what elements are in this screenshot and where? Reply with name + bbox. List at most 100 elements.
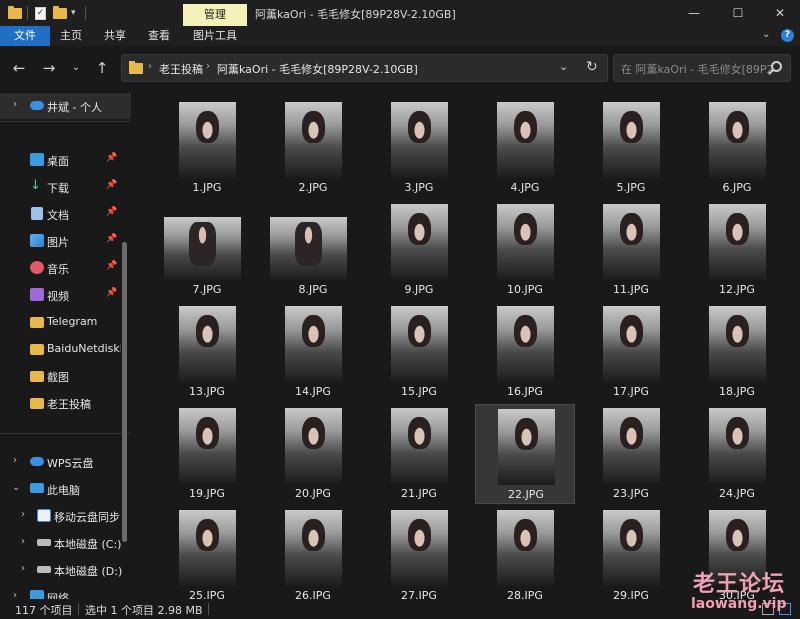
navigation-pane: › 井斌 - 个人 桌面 📌 ↓ 下载 📌 文档 📌 图片 📌 音乐 📌 视频 …: [0, 90, 131, 599]
address-dropdown-chevron-icon[interactable]: ⌄: [559, 60, 568, 73]
image-thumbnail: [179, 306, 236, 382]
collapse-chevron-icon[interactable]: ⌄: [12, 482, 20, 493]
search-input[interactable]: 在 阿薰kaOri - 毛毛修女[89P28V-2.10GB]: [621, 61, 771, 77]
file-tile[interactable]: 16.JPG: [475, 302, 575, 402]
tab-view[interactable]: 查看: [140, 26, 178, 46]
help-icon[interactable]: ?: [781, 29, 794, 42]
sidebar-item-drive-d[interactable]: › 本地磁盘 (D:): [0, 557, 131, 583]
file-tile[interactable]: 14.JPG: [263, 302, 363, 402]
minimize-button[interactable]: —: [680, 3, 708, 23]
forward-arrow-icon[interactable]: →: [39, 58, 59, 78]
pictures-icon: [30, 234, 44, 247]
sidebar-scrollbar[interactable]: [122, 242, 127, 542]
quick-access-folder-icon[interactable]: [8, 5, 22, 21]
file-tile[interactable]: 11.JPG: [581, 200, 681, 300]
breadcrumb-chevron-icon[interactable]: ›: [148, 61, 152, 72]
sidebar-item-label: 本地磁盘 (D:): [54, 565, 123, 578]
file-tile[interactable]: 9.JPG: [369, 200, 469, 300]
file-name: 9.JPG: [404, 283, 434, 296]
file-tile[interactable]: 2.JPG: [263, 98, 363, 198]
expand-ribbon-chevron-icon[interactable]: ⌄: [762, 29, 770, 40]
file-tile[interactable]: 8.JPG: [263, 200, 363, 300]
tab-share[interactable]: 共享: [96, 26, 134, 46]
expand-chevron-icon[interactable]: ›: [21, 509, 25, 520]
pin-icon[interactable]: 📌: [106, 261, 117, 271]
breadcrumb-item[interactable]: 老王投稿: [159, 61, 203, 77]
address-bar[interactable]: › 老王投稿 › 阿薰kaOri - 毛毛修女[89P28V-2.10GB] ⌄…: [121, 54, 608, 82]
close-button[interactable]: ✕: [766, 3, 794, 23]
sidebar-item-laowang-submissions[interactable]: 老王投稿: [0, 390, 131, 416]
file-tile[interactable]: 5.JPG: [581, 98, 681, 198]
sidebar-item-this-pc[interactable]: ⌄ 此电脑: [0, 476, 131, 502]
file-tile[interactable]: 29.JPG: [581, 506, 681, 599]
maximize-button[interactable]: ☐: [724, 3, 752, 23]
sidebar-item-pictures[interactable]: 图片 📌: [0, 228, 131, 254]
file-tile[interactable]: 21.JPG: [369, 404, 469, 504]
sidebar-item-baidunetdisk[interactable]: BaiduNetdiskD: [0, 336, 131, 362]
file-tile[interactable]: 1.JPG: [157, 98, 257, 198]
file-tile[interactable]: 26.JPG: [263, 506, 363, 599]
sidebar-item-downloads[interactable]: ↓ 下载 📌: [0, 174, 131, 200]
pin-icon[interactable]: 📌: [106, 288, 117, 298]
expand-chevron-icon[interactable]: ›: [13, 99, 17, 110]
file-tile[interactable]: 25.JPG: [157, 506, 257, 599]
image-thumbnail: [497, 306, 554, 382]
file-tile[interactable]: 28.JPG: [475, 506, 575, 599]
file-tile[interactable]: 4.JPG: [475, 98, 575, 198]
expand-chevron-icon[interactable]: ›: [13, 590, 17, 599]
expand-chevron-icon[interactable]: ›: [21, 536, 25, 547]
image-thumbnail: [164, 217, 241, 280]
properties-icon[interactable]: ✓: [35, 5, 46, 21]
file-tile[interactable]: 3.JPG: [369, 98, 469, 198]
file-tile[interactable]: 27.JPG: [369, 506, 469, 599]
file-tile[interactable]: 23.JPG: [581, 404, 681, 504]
manage-tab[interactable]: 管理: [183, 4, 247, 26]
file-tile[interactable]: 24.JPG: [687, 404, 787, 504]
sidebar-item-music[interactable]: 音乐 📌: [0, 255, 131, 281]
customize-qa-chevron-icon[interactable]: ▾: [71, 5, 76, 21]
expand-chevron-icon[interactable]: ›: [21, 563, 25, 574]
up-arrow-icon[interactable]: ↑: [92, 58, 112, 78]
sidebar-item-telegram[interactable]: Telegram: [0, 309, 131, 335]
pin-icon[interactable]: 📌: [106, 234, 117, 244]
file-tile[interactable]: 12.JPG: [687, 200, 787, 300]
file-tile[interactable]: 6.JPG: [687, 98, 787, 198]
file-tile[interactable]: 20.JPG: [263, 404, 363, 504]
expand-chevron-icon[interactable]: ›: [13, 455, 17, 466]
tab-home[interactable]: 主页: [52, 26, 90, 46]
sidebar-item-mobile-cloud-sync[interactable]: › 移动云盘同步: [0, 503, 131, 529]
file-tile[interactable]: 17.JPG: [581, 302, 681, 402]
tab-picture-tools[interactable]: 图片工具: [186, 26, 244, 46]
breadcrumb-item-current[interactable]: 阿薰kaOri - 毛毛修女[89P28V-2.10GB]: [217, 61, 418, 77]
search-box[interactable]: 在 阿薰kaOri - 毛毛修女[89P28V-2.10GB]: [613, 54, 791, 82]
back-arrow-icon[interactable]: ←: [9, 58, 29, 78]
pin-icon[interactable]: 📌: [106, 180, 117, 190]
file-tile[interactable]: 19.JPG: [157, 404, 257, 504]
sidebar-item-documents[interactable]: 文档 📌: [0, 201, 131, 227]
search-icon[interactable]: [771, 61, 782, 72]
file-tile[interactable]: 15.JPG: [369, 302, 469, 402]
sidebar-item-drive-c[interactable]: › 本地磁盘 (C:): [0, 530, 131, 556]
new-folder-icon[interactable]: [53, 5, 67, 21]
sidebar-item-screenshots[interactable]: 截图: [0, 363, 131, 389]
file-tile[interactable]: 18.JPG: [687, 302, 787, 402]
file-tile[interactable]: 13.JPG: [157, 302, 257, 402]
file-tile[interactable]: 10.JPG: [475, 200, 575, 300]
sidebar-item-desktop[interactable]: 桌面 📌: [0, 147, 131, 173]
tab-file[interactable]: 文件: [0, 26, 50, 46]
sidebar-item-onedrive[interactable]: › 井斌 - 个人: [0, 93, 131, 119]
refresh-icon[interactable]: ↻: [586, 59, 598, 75]
sidebar-item-wps-cloud[interactable]: › WPS云盘: [0, 449, 131, 475]
breadcrumb-chevron-icon[interactable]: ›: [206, 61, 210, 72]
recent-locations-chevron-icon[interactable]: ⌄: [66, 58, 86, 78]
pin-icon[interactable]: 📌: [106, 153, 117, 163]
file-tile[interactable]: 7.JPG: [157, 200, 257, 300]
sidebar-item-label: 移动云盘同步: [54, 511, 120, 524]
image-thumbnail: [603, 102, 660, 178]
file-tile[interactable]: 22.JPG: [475, 404, 575, 504]
mobile-cloud-icon: [37, 509, 51, 522]
sidebar-item-videos[interactable]: 视频 📌: [0, 282, 131, 308]
sidebar-item-label: Telegram: [47, 315, 98, 328]
sidebar-item-network[interactable]: › 网络: [0, 584, 131, 599]
pin-icon[interactable]: 📌: [106, 207, 117, 217]
